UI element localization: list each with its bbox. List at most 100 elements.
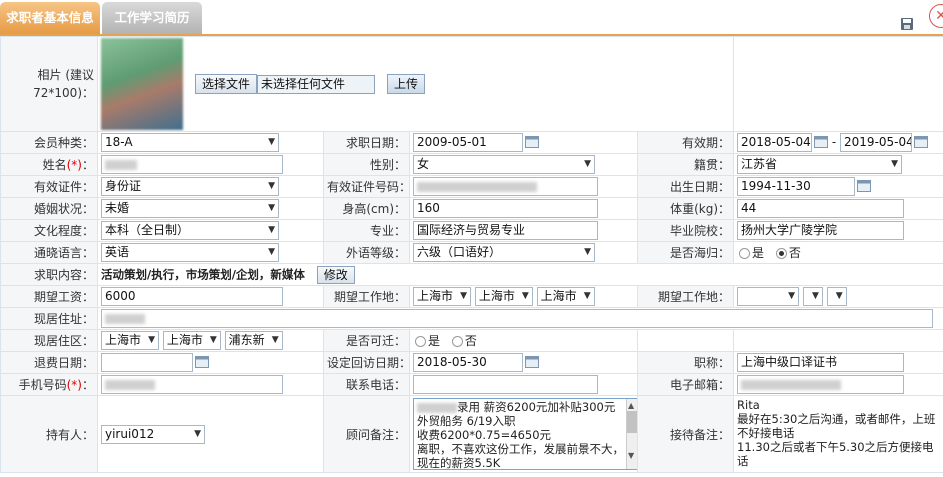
name-input[interactable] — [101, 155, 283, 174]
residence-label: 现居住区： — [0, 329, 98, 352]
refund-date-label: 退费日期： — [0, 351, 98, 374]
weight-input[interactable]: 44 — [737, 199, 905, 218]
tab-basic-info[interactable]: 求职者基本信息 — [0, 2, 100, 34]
email-input[interactable] — [737, 375, 905, 394]
calendar-icon[interactable] — [195, 355, 209, 368]
relocate-no-label: 否 — [464, 334, 477, 348]
member-type-label: 会员种类： — [0, 131, 98, 154]
height-input[interactable]: 160 — [413, 199, 598, 218]
relocate-label: 是否可迁： — [323, 329, 410, 352]
member-type-select[interactable]: 18-A ▼ — [101, 133, 279, 152]
relocate-yes-radio[interactable] — [415, 336, 426, 347]
lang-level-label: 外语等级： — [323, 241, 410, 264]
name-label: 姓名(*)： — [0, 153, 98, 176]
address-label: 现居住址： — [0, 307, 98, 330]
id-type-select[interactable]: 身份证 ▼ — [101, 177, 279, 196]
apply-date-label: 求职日期： — [323, 131, 410, 154]
photo-label: 相片 (建议72*100)： — [0, 36, 98, 132]
overseas-label: 是否海归： — [636, 241, 735, 264]
edit-job-content-button[interactable]: 修改 — [316, 265, 355, 284]
calendar-icon[interactable] — [814, 135, 829, 148]
relocate-no-radio[interactable] — [451, 336, 463, 347]
work-place2-label: 期望工作地： — [636, 285, 735, 308]
native-place-select[interactable]: 江苏省 ▼ — [737, 155, 903, 174]
apply-date-input[interactable]: 2009-05-01 — [413, 133, 523, 152]
reception-note-textarea[interactable]: Rita 最好在5:30之后沟通，或者邮件，上班不好接电话 11.30之后或者下… — [737, 398, 943, 470]
textarea-scroll-thumb[interactable] — [627, 411, 637, 433]
overseas-yes-radio[interactable] — [739, 248, 751, 259]
refund-date-input[interactable] — [101, 353, 193, 372]
tab-work-study-resume[interactable]: 工作学习简历 — [102, 2, 202, 34]
upload-button[interactable]: 上传 — [387, 74, 426, 94]
gender-select[interactable]: 女 ▼ — [413, 155, 595, 174]
photo-empty — [733, 36, 943, 132]
work-province-select[interactable]: 上海市 ▼ — [413, 287, 471, 306]
job-content-label: 求职内容： — [0, 263, 98, 286]
calendar-icon[interactable] — [857, 179, 872, 192]
holder-select[interactable]: yirui012 ▼ — [101, 424, 205, 444]
work-city-select[interactable]: 上海市 ▼ — [474, 287, 533, 306]
calendar-icon[interactable] — [525, 135, 539, 148]
height-label: 身高(cm)： — [323, 197, 410, 220]
residence-district-select[interactable]: 浦东新 ▼ — [224, 331, 283, 350]
education-select[interactable]: 本科（全日制） ▼ — [101, 221, 279, 240]
email-label: 电子邮箱： — [636, 373, 735, 396]
save-icon[interactable] — [899, 16, 915, 32]
school-label: 毕业院校： — [636, 219, 735, 242]
mobile-label: 手机号码(*)： — [0, 373, 98, 396]
phone-label: 联系电话： — [323, 373, 410, 396]
overseas-yes-label: 是 — [752, 246, 765, 260]
calendar-icon[interactable] — [914, 135, 929, 148]
work-place2-city-select[interactable]: ▼ — [802, 287, 823, 306]
id-number-input[interactable] — [413, 177, 598, 196]
address-input[interactable] — [101, 309, 933, 328]
title-input[interactable]: 上海中级口译证书 — [737, 353, 905, 372]
revisit-date-input[interactable]: 2018-05-30 — [413, 353, 523, 372]
overseas-no-radio[interactable] — [775, 248, 787, 259]
major-label: 专业： — [323, 219, 410, 242]
education-label: 文化程度： — [0, 219, 98, 242]
empty-cell — [636, 329, 735, 352]
choose-file-button[interactable]: 选择文件 — [195, 74, 258, 94]
lang-level-select[interactable]: 六级（口语好） ▼ — [413, 243, 595, 262]
relocate-yes-label: 是 — [428, 334, 441, 348]
close-icon[interactable]: ✕ — [929, 4, 943, 28]
work-place2-district-select[interactable]: ▼ — [826, 287, 847, 306]
mobile-input[interactable] — [101, 375, 283, 394]
validity-to-input[interactable]: 2019-05-04 — [840, 133, 913, 152]
calendar-icon[interactable] — [525, 355, 539, 368]
marital-label: 婚姻状况： — [0, 197, 98, 220]
work-place2-province-select[interactable]: ▼ — [737, 287, 800, 306]
language-label: 通晓语言： — [0, 241, 98, 264]
birth-date-input[interactable]: 1994-11-30 — [737, 177, 856, 196]
birth-date-label: 出生日期： — [636, 175, 735, 198]
school-input[interactable]: 扬州大学广陵学院 — [737, 221, 905, 240]
textarea-scrollbar[interactable] — [626, 399, 637, 469]
residence-province-select[interactable]: 上海市 ▼ — [101, 331, 159, 350]
title-label: 职称： — [636, 351, 735, 374]
tab-bar: 求职者基本信息 工作学习简历 ✕ — [0, 0, 943, 36]
validity-from-input[interactable]: 2018-05-04 — [737, 133, 813, 152]
consultant-note-textarea[interactable]: 录用 薪资6200元加补贴300元 外贸船务 6/19入职 收费6200*0.7… — [413, 398, 637, 470]
consultant-note-label: 顾问备注： — [323, 395, 410, 473]
salary-input[interactable]: 6000 — [101, 287, 283, 306]
id-number-label: 有效证件号码： — [323, 175, 410, 198]
avatar — [101, 38, 183, 130]
salary-label: 期望工资： — [0, 285, 98, 308]
validity-separator: - — [831, 135, 837, 149]
reception-note-label: 接待备注： — [636, 395, 735, 473]
phone-input[interactable] — [413, 375, 598, 394]
weight-label: 体重(kg)： — [636, 197, 735, 220]
job-content-value: 活动策划/执行，市场策划/企划，新媒体 — [101, 267, 305, 281]
work-district-select[interactable]: 上海市 ▼ — [536, 287, 595, 306]
major-input[interactable]: 国际经济与贸易专业 — [413, 221, 598, 240]
native-place-label: 籍贯： — [636, 153, 735, 176]
marital-select[interactable]: 未婚 ▼ — [101, 199, 279, 218]
language-select[interactable]: 英语 ▼ — [101, 243, 279, 262]
photo-cell: 选择文件 未选择任何文件 上传 — [96, 36, 735, 132]
residence-city-select[interactable]: 上海市 ▼ — [162, 331, 221, 350]
holder-label: 持有人： — [0, 395, 98, 473]
job-seeker-form: 相片 (建议72*100)： 选择文件 未选择任何文件 上传 会员种类： 18-… — [0, 36, 943, 473]
empty-cell — [733, 329, 943, 352]
file-status: 未选择任何文件 — [257, 74, 376, 94]
